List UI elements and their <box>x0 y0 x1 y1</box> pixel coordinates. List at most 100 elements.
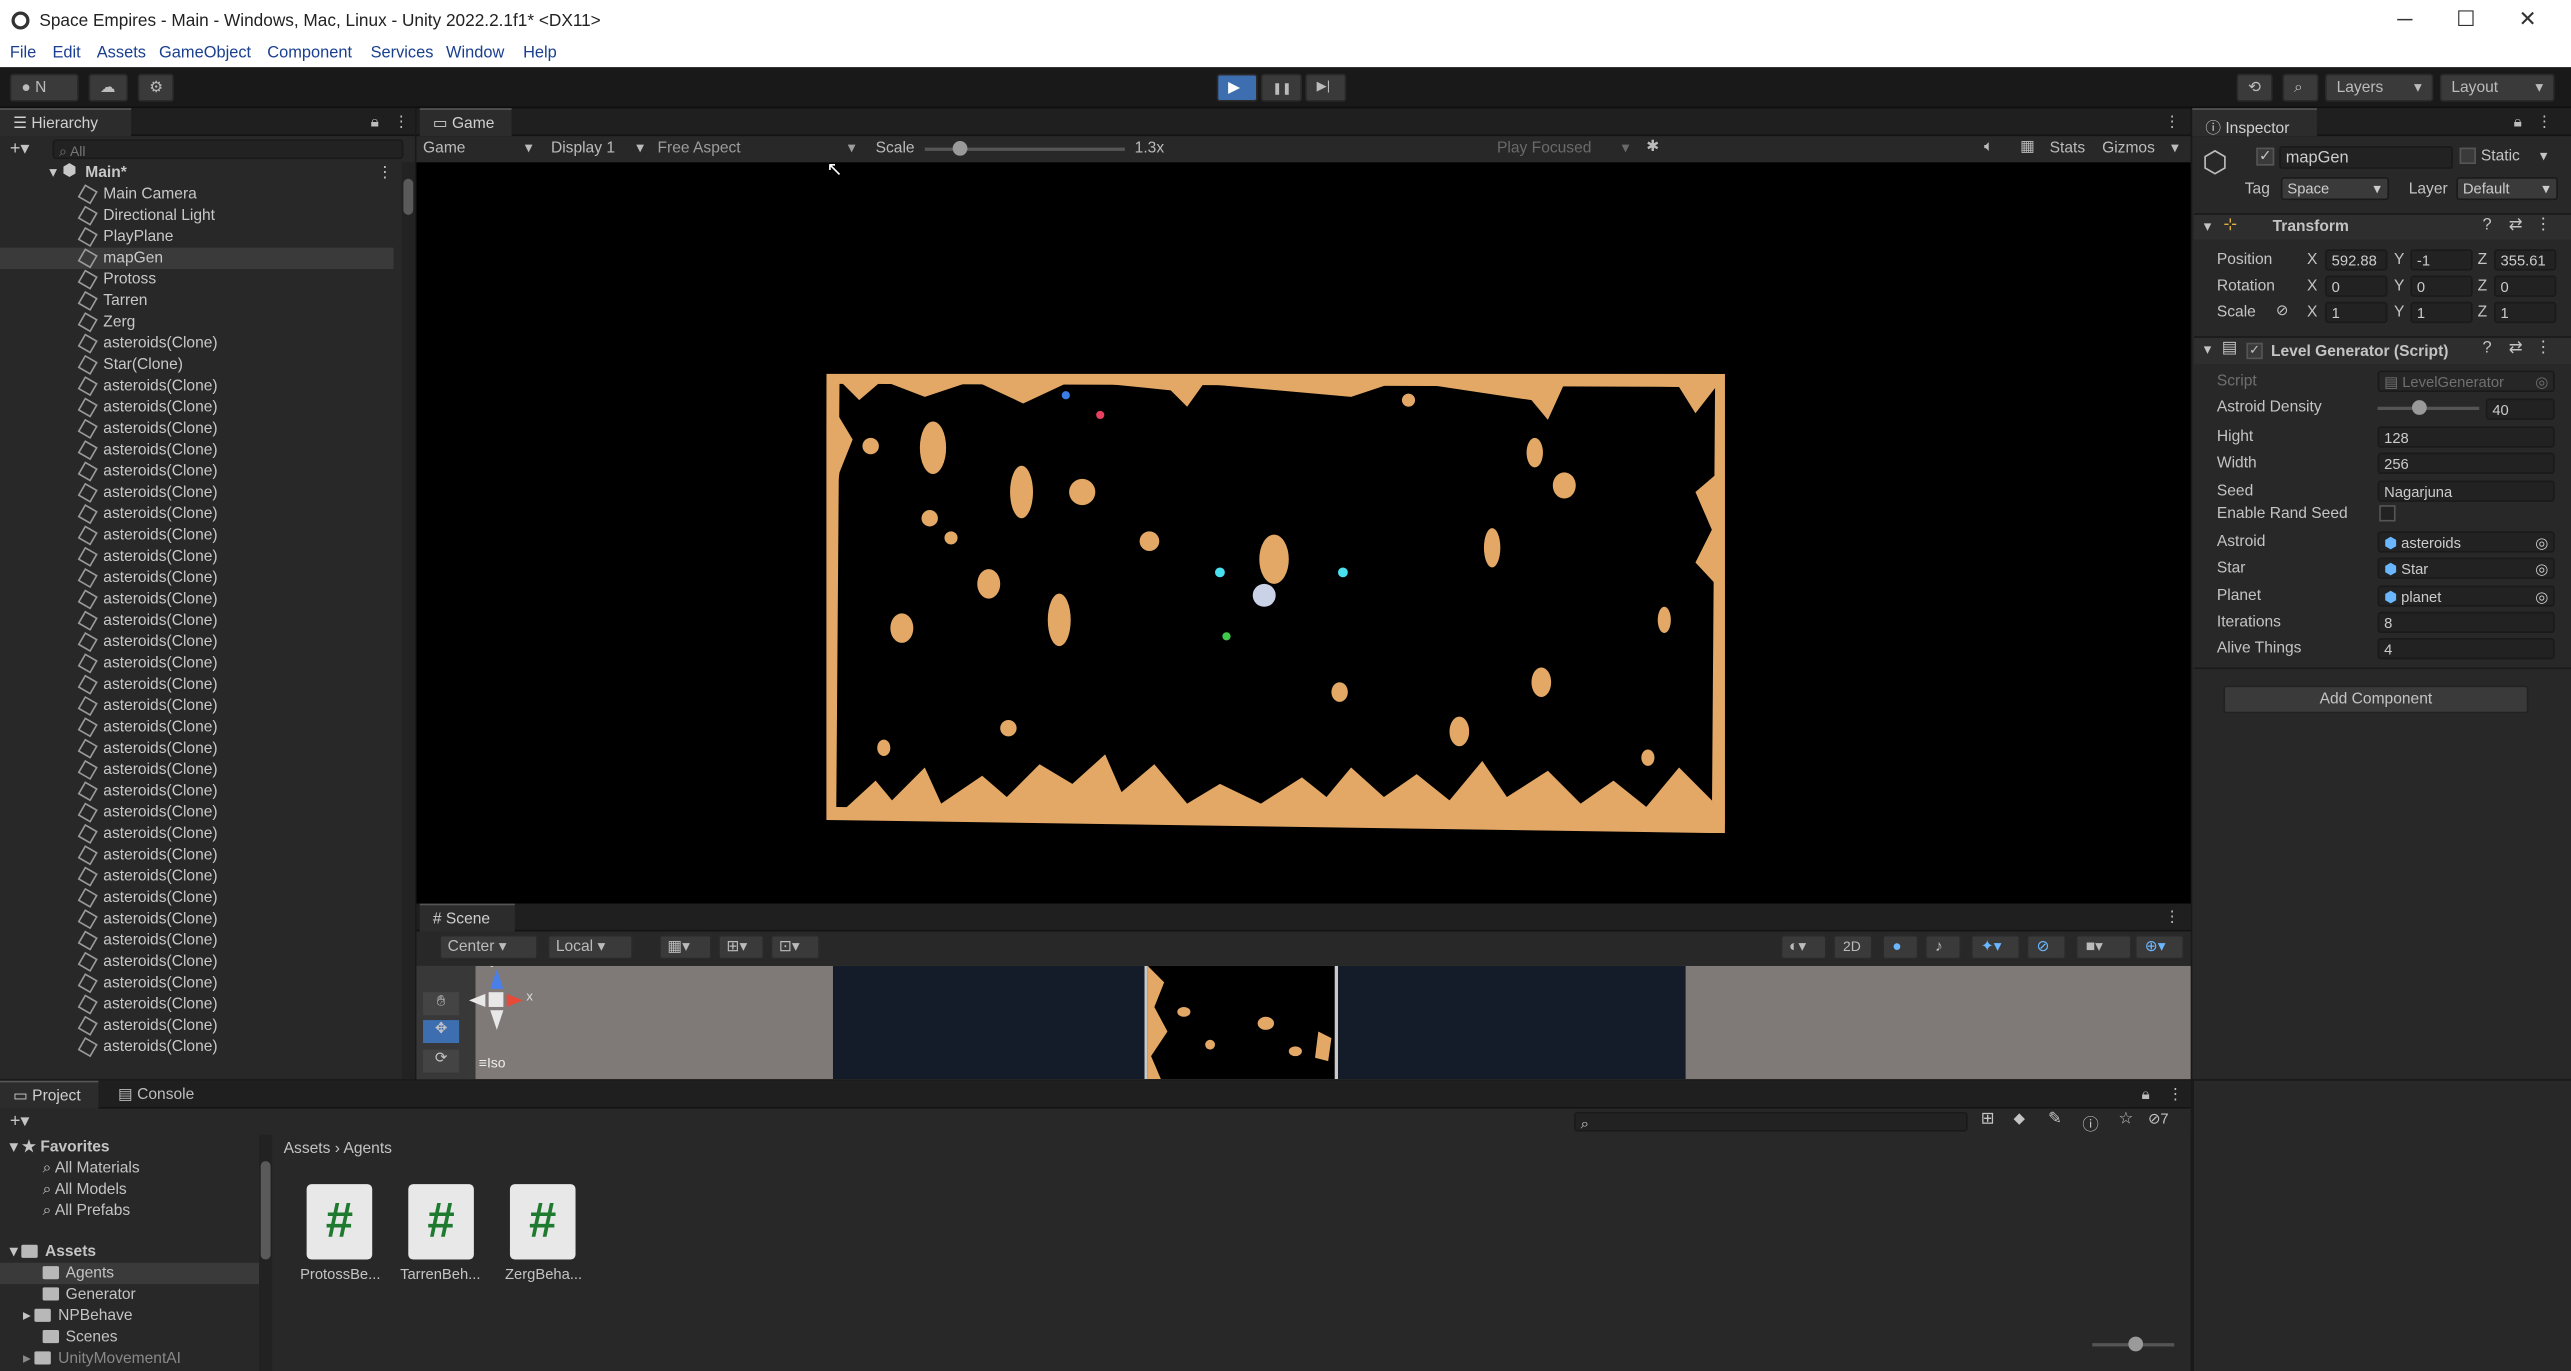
favorite-star-icon[interactable]: ☆ <box>2118 1110 2133 1128</box>
target-icon[interactable]: ◎ <box>2535 535 2548 551</box>
astroid-density-thumb[interactable] <box>2411 400 2427 415</box>
menu-assets[interactable]: Assets <box>97 44 146 62</box>
hierarchy-item[interactable]: asteroids(Clone) <box>0 674 394 695</box>
step-button[interactable]: ▶| <box>1305 73 1347 102</box>
search-button[interactable]: ⌕ <box>2282 73 2319 102</box>
scene-orientation-gizmo[interactable]: x y ≡Iso <box>468 966 545 1071</box>
hierarchy-item[interactable]: asteroids(Clone) <box>0 418 394 439</box>
width-field[interactable]: 256 <box>2377 452 2555 474</box>
target-icon[interactable]: ◎ <box>2535 561 2548 577</box>
position-y-field[interactable]: -1 <box>2410 249 2473 271</box>
tab-game[interactable]: ▭ Game <box>419 108 512 137</box>
minimize-button[interactable]: ─ <box>2397 7 2412 32</box>
menu-component[interactable]: Component <box>267 44 352 62</box>
breadcrumb-agents[interactable]: Agents <box>343 1140 391 1158</box>
gizmos-scene-dropdown[interactable]: ⊕▾ <box>2134 934 2185 960</box>
fav-all-prefabs[interactable]: ⌕ All Prefabs <box>43 1202 131 1220</box>
fav-all-models[interactable]: ⌕ All Models <box>43 1181 127 1199</box>
hidden-objects-toggle[interactable]: ⊘ <box>2026 934 2067 960</box>
more-icon[interactable]: ⋮ <box>2535 216 2551 234</box>
planet-object-field[interactable]: ⬢ planet ◎ <box>2377 585 2555 607</box>
more-icon[interactable]: ⋮ <box>2164 909 2180 927</box>
hierarchy-item[interactable]: asteroids(Clone) <box>0 333 394 354</box>
hierarchy-item[interactable]: asteroids(Clone) <box>0 610 394 631</box>
stats-button[interactable]: Stats <box>2050 139 2086 157</box>
hierarchy-item[interactable]: asteroids(Clone) <box>0 376 394 397</box>
move-tool[interactable]: ✥ <box>423 1020 460 1044</box>
rotation-x-field[interactable]: 0 <box>2325 275 2388 297</box>
fav-all-materials[interactable]: ⌕ All Materials <box>43 1159 140 1177</box>
scale-slider-thumb[interactable] <box>952 141 967 156</box>
scrollbar-thumb[interactable] <box>403 178 414 215</box>
hierarchy-item[interactable]: asteroids(Clone) <box>0 823 394 845</box>
hierarchy-item[interactable]: asteroids(Clone) <box>0 567 394 589</box>
help-icon[interactable]: ? <box>2483 339 2492 357</box>
layout-dropdown[interactable]: Layout ▾ <box>2439 73 2555 102</box>
hierarchy-item[interactable]: asteroids(Clone) <box>0 503 394 525</box>
gizmos-dropdown[interactable]: Gizmos ▾ <box>2102 139 2181 157</box>
preset-icon[interactable]: ⇄ <box>2509 339 2523 357</box>
hierarchy-item[interactable]: asteroids(Clone) <box>0 930 394 951</box>
hierarchy-item[interactable]: asteroids(Clone) <box>0 781 394 802</box>
seed-field[interactable]: Nagarjuna <box>2377 480 2555 502</box>
active-checkbox[interactable]: ✓ <box>2256 147 2275 166</box>
astroid-density-slider[interactable] <box>2377 400 2480 415</box>
draw-mode-dropdown[interactable]: ◐▾ <box>1780 934 1827 960</box>
add-component-button[interactable]: Add Component <box>2223 685 2529 714</box>
menu-file[interactable]: File <box>10 44 36 62</box>
play-focused-dropdown[interactable]: Play Focused ▾ <box>1497 139 1636 157</box>
object-name-field[interactable]: mapGen <box>2279 145 2453 169</box>
play-button[interactable]: ▶ <box>1216 73 1258 102</box>
aspect-dropdown[interactable]: Free Aspect ▾ <box>658 139 863 157</box>
rotation-z-field[interactable]: 0 <box>2493 275 2557 297</box>
search-by-label-icon[interactable]: ⬥ <box>2014 1110 2025 1128</box>
hierarchy-item[interactable]: Directional Light <box>0 205 394 226</box>
help-icon[interactable]: ? <box>2483 216 2492 234</box>
info-icon[interactable]: ⓘ <box>2082 1110 2098 1135</box>
star-object-field[interactable]: ⬢ Star ◎ <box>2377 557 2555 579</box>
cloud-button[interactable]: ☁ <box>88 73 128 102</box>
menu-help[interactable]: Help <box>523 44 557 62</box>
hierarchy-item[interactable]: asteroids(Clone) <box>0 802 394 823</box>
scale-y-field[interactable]: 1 <box>2410 301 2473 324</box>
scrollbar-thumb[interactable] <box>260 1161 271 1260</box>
hierarchy-search-input[interactable]: ⌕ All <box>52 139 404 160</box>
audio-toggle[interactable]: ♪ <box>1925 934 1962 960</box>
tab-console[interactable]: ▤ Console <box>118 1086 194 1104</box>
menu-edit[interactable]: Edit <box>52 44 80 62</box>
link-icon[interactable]: ⊘ <box>2276 302 2288 320</box>
preset-icon[interactable]: ⇄ <box>2509 216 2523 234</box>
more-icon[interactable]: ⋮ <box>2535 339 2551 357</box>
static-checkbox[interactable] <box>2459 147 2476 164</box>
layer-dropdown[interactable]: Default ▾ <box>2456 177 2558 201</box>
lighting-toggle[interactable]: ● <box>1882 934 1919 960</box>
hierarchy-scrollbar[interactable] <box>401 162 415 1080</box>
target-icon[interactable]: ◎ <box>2535 589 2548 605</box>
camera-dropdown[interactable]: ■▾ <box>2075 934 2132 960</box>
hierarchy-item[interactable]: asteroids(Clone) <box>0 887 394 908</box>
hierarchy-item[interactable]: asteroids(Clone) <box>0 631 394 653</box>
astroid-object-field[interactable]: ⬢ asteroids ◎ <box>2377 531 2555 553</box>
collab-button[interactable]: ⚙ <box>137 73 174 102</box>
effects-dropdown[interactable]: ✦▾ <box>1970 934 2021 960</box>
grid-visibility-button[interactable]: ⊡▾ <box>770 934 820 960</box>
hierarchy-item[interactable]: asteroids(Clone) <box>0 482 394 503</box>
assets-header[interactable]: ▾ Assets <box>10 1243 96 1261</box>
chevron-down-icon[interactable]: ▾ <box>2540 148 2547 166</box>
hierarchy-item[interactable]: asteroids(Clone) <box>0 951 394 972</box>
layers-dropdown[interactable]: Layers ▾ <box>2325 73 2434 102</box>
account-dropdown[interactable]: ● N <box>9 73 79 102</box>
lock-icon[interactable]: 🔒︎ <box>2141 1086 2149 1104</box>
game-mode-dropdown[interactable]: Game ▾ <box>423 139 538 157</box>
level-generator-header[interactable]: ▾ ▤ ✓ Level Generator (Script) ? ⇄ ⋮ <box>2193 336 2571 365</box>
script-file-protoss[interactable]: # <box>306 1184 373 1260</box>
favorites-header[interactable]: ▾ ★ Favorites <box>10 1138 110 1156</box>
hierarchy-item[interactable]: asteroids(Clone) <box>0 589 394 610</box>
transform-header[interactable]: ▾ ⊹ Transform ? ⇄ ⋮ <box>2193 213 2571 240</box>
hierarchy-item[interactable]: asteroids(Clone) <box>0 1015 394 1036</box>
more-icon[interactable]: ⋮ <box>377 164 393 182</box>
position-z-field[interactable]: 355.61 <box>2493 249 2557 271</box>
lock-icon[interactable]: 🔒︎ <box>2514 113 2522 131</box>
pivot-space-dropdown[interactable]: Local ▾ <box>547 934 633 960</box>
hierarchy-item[interactable]: Tarren <box>0 290 394 312</box>
